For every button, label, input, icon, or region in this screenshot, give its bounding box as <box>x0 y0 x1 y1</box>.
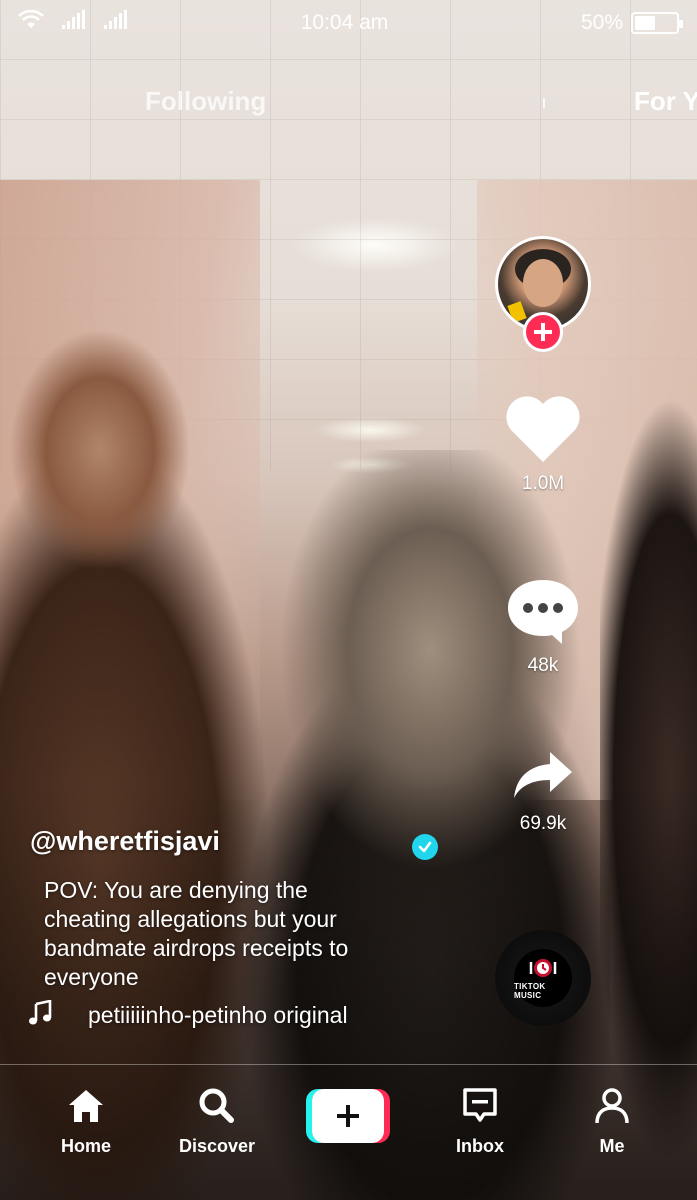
battery-percent: 50% <box>580 11 623 34</box>
status-time: 10:04 am <box>300 11 389 34</box>
search-icon <box>197 1088 237 1129</box>
battery-fill <box>635 16 655 30</box>
tab-for-you[interactable]: For Y <box>634 86 697 117</box>
home-icon <box>66 1090 106 1129</box>
plus-icon <box>534 323 552 341</box>
profile-icon <box>592 1088 632 1129</box>
comment-button[interactable]: 48k <box>495 576 591 677</box>
heart-icon <box>503 396 583 468</box>
comment-count: 48k <box>527 655 559 676</box>
inbox-icon <box>460 1088 500 1129</box>
nav-inbox-label: Inbox <box>456 1136 504 1156</box>
creator-avatar-button[interactable] <box>495 236 591 352</box>
battery-icon <box>631 12 683 34</box>
feed-tabs: Following For Y <box>0 86 697 126</box>
like-button[interactable]: 1.0M <box>495 392 591 495</box>
nav-home[interactable]: Home <box>31 1087 141 1157</box>
like-count: 1.0M <box>521 473 565 494</box>
verified-badge-icon <box>412 834 438 860</box>
create-button[interactable] <box>306 1089 390 1143</box>
status-bar: 10:04 am 50% <box>0 0 697 46</box>
video-feed-screen[interactable]: 10:04 am 50% Following For Y 1.0M 48k 69… <box>0 0 697 1200</box>
tab-following[interactable]: Following <box>145 86 266 117</box>
share-count: 69.9k <box>519 813 567 834</box>
post-caption: POV: You are denying the cheating allega… <box>44 877 349 990</box>
nav-inbox[interactable]: Inbox <box>425 1087 535 1157</box>
plus-icon <box>337 1105 359 1127</box>
sound-name: petiiiiinho-petinho original <box>88 1002 348 1028</box>
music-disc-button[interactable]: TIKTOK MUSIC <box>495 930 591 1026</box>
music-note-icon <box>28 999 52 1031</box>
share-button[interactable]: 69.9k <box>495 748 591 835</box>
tab-divider <box>543 98 545 108</box>
nav-me-label: Me <box>599 1136 625 1156</box>
follow-button[interactable] <box>523 312 563 352</box>
sound-row[interactable]: petiiiiinho-petinho original <box>28 999 348 1031</box>
share-arrow-icon <box>510 752 576 808</box>
nav-discover[interactable]: Discover <box>162 1087 272 1157</box>
nav-home-label: Home <box>60 1136 111 1156</box>
disc-label: TIKTOK MUSIC <box>514 982 546 1000</box>
creator-username[interactable]: @wheretfisjavi <box>30 826 220 857</box>
nav-me[interactable]: Me <box>557 1087 667 1157</box>
bottom-nav: Home Discover Inbox Me <box>0 1064 697 1200</box>
nav-discover-label: Discover <box>178 1136 256 1156</box>
wifi-icon <box>18 9 44 36</box>
music-disc-icon: TIKTOK MUSIC <box>514 949 572 1007</box>
signal-icon <box>62 10 86 36</box>
comment-icon <box>504 580 582 650</box>
